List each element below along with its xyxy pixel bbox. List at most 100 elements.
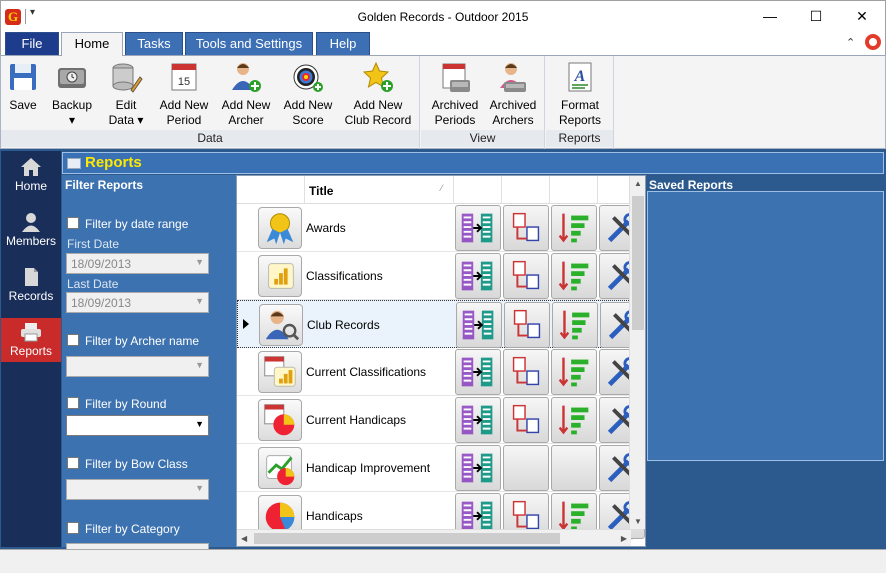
- close-button[interactable]: ✕: [839, 1, 885, 32]
- table-row[interactable]: Awards: [237, 204, 645, 252]
- nav-item-home[interactable]: Home: [1, 153, 61, 197]
- bow-class-select[interactable]: ▼: [66, 479, 209, 500]
- save-button[interactable]: Save: [3, 58, 43, 130]
- report-title: Club Records: [307, 318, 380, 332]
- grid-horizontal-scroll-thumb[interactable]: [254, 533, 560, 544]
- ribbon-group-view: Archived Periods Archived Archers View: [421, 56, 545, 149]
- nav-item-records[interactable]: Records: [1, 263, 61, 307]
- sort-report-button[interactable]: [552, 302, 598, 348]
- tab-help[interactable]: Help: [316, 32, 370, 55]
- add-new-club-record-button[interactable]: Add New Club Record: [341, 58, 415, 130]
- export-report-button[interactable]: [503, 349, 549, 395]
- report-thumbnail-icon[interactable]: [259, 304, 303, 346]
- export-report-button[interactable]: [503, 253, 549, 299]
- export-report-button[interactable]: [503, 397, 549, 443]
- export-report-button[interactable]: [503, 205, 549, 251]
- report-title: Handicaps: [306, 509, 363, 523]
- report-title: Awards: [306, 221, 346, 235]
- backup-button[interactable]: Backup ▾: [47, 58, 97, 130]
- format-document-glyph: A: [574, 68, 586, 85]
- report-thumbnail-icon[interactable]: [258, 351, 302, 393]
- view-report-button[interactable]: [455, 397, 501, 443]
- saved-reports-list[interactable]: [647, 191, 884, 461]
- nav-item-reports[interactable]: Reports: [1, 318, 61, 362]
- first-date-dropdown-icon: ▼: [195, 257, 204, 267]
- tab-home[interactable]: Home: [61, 32, 123, 56]
- database-edit-icon: [112, 63, 143, 93]
- date-range-checkbox[interactable]: [67, 217, 79, 229]
- records-document-icon: [25, 268, 38, 286]
- saved-reports-title: Saved Reports: [649, 178, 734, 192]
- view-report-button[interactable]: [455, 253, 501, 299]
- nav-members-label: Members: [5, 234, 56, 248]
- bow-class-checkbox[interactable]: [67, 457, 79, 469]
- grid-horizontal-scrollbar[interactable]: ◀ ▶: [237, 529, 631, 546]
- archer-name-select[interactable]: ▼: [66, 356, 209, 377]
- sort-report-button[interactable]: [551, 253, 597, 299]
- saved-reports-panel: Saved Reports: [647, 175, 884, 547]
- lifebuoy-help-icon[interactable]: [865, 34, 881, 50]
- tab-file[interactable]: File: [5, 32, 59, 55]
- sort-report-button[interactable]: [551, 397, 597, 443]
- grid-vertical-scroll-thumb[interactable]: [632, 196, 644, 330]
- add-new-period-button[interactable]: 15 Add New Period: [155, 58, 213, 130]
- sort-report-icon: [552, 213, 596, 253]
- nav-reports-label: Reports: [9, 344, 53, 358]
- view-report-icon: [456, 261, 500, 301]
- archived-archers-button[interactable]: Archived Archers: [485, 58, 541, 130]
- report-title: Current Handicaps: [306, 413, 407, 427]
- sort-report-button[interactable]: [551, 349, 597, 395]
- first-date-picker[interactable]: 18/09/2013 ▼: [66, 253, 209, 274]
- report-thumbnail-icon[interactable]: [258, 399, 302, 441]
- round-checkbox[interactable]: [67, 397, 79, 409]
- last-date-picker[interactable]: 18/09/2013 ▼: [66, 292, 209, 313]
- add-new-archer-button[interactable]: Add New Archer: [217, 58, 275, 130]
- scroll-left-icon[interactable]: ◀: [241, 534, 247, 543]
- nav-item-members[interactable]: Members: [1, 208, 61, 252]
- table-row[interactable]: Classifications: [237, 252, 645, 300]
- table-row[interactable]: Current Classifications: [237, 348, 645, 396]
- round-select[interactable]: ▼: [66, 415, 209, 436]
- maximize-button[interactable]: ☐: [793, 1, 839, 32]
- minimize-button[interactable]: —: [747, 1, 793, 32]
- report-thumbnail-icon[interactable]: [258, 447, 302, 489]
- scroll-right-icon[interactable]: ▶: [621, 534, 627, 543]
- archived-archers-label: Archived Archers: [489, 98, 537, 127]
- category-checkbox[interactable]: [67, 522, 79, 534]
- view-report-button[interactable]: [455, 349, 501, 395]
- archived-periods-button[interactable]: Archived Periods: [427, 58, 483, 130]
- export-report-button[interactable]: [504, 302, 550, 348]
- sort-indicator-icon: ⁄: [441, 183, 443, 193]
- collapse-ribbon-icon[interactable]: ⌃: [846, 36, 855, 49]
- ribbon-group-reports: A Format Reports Reports: [546, 56, 614, 149]
- view-report-button[interactable]: [456, 302, 502, 348]
- scroll-down-icon[interactable]: ▼: [634, 517, 642, 526]
- table-row[interactable]: Handicap Improvement: [237, 444, 645, 492]
- table-row[interactable]: Current Handicaps: [237, 396, 645, 444]
- report-thumbnail-icon[interactable]: [258, 207, 302, 249]
- sort-report-button[interactable]: [551, 205, 597, 251]
- header-action-column-1: [454, 176, 502, 204]
- bow-class-dropdown-icon: ▼: [195, 483, 204, 493]
- grid-vertical-scrollbar[interactable]: ▲ ▼: [629, 176, 645, 529]
- tab-tasks[interactable]: Tasks: [125, 32, 183, 55]
- scroll-up-icon[interactable]: ▲: [634, 179, 642, 188]
- edit-data-button[interactable]: Edit Data ▾: [103, 58, 149, 130]
- round-dropdown-icon: ▼: [195, 419, 204, 429]
- view-report-icon: [456, 357, 500, 397]
- home-icon: [21, 158, 41, 176]
- archer-name-checkbox[interactable]: [67, 334, 79, 346]
- filter-reports-panel: Filter Reports Filter by date range Firs…: [62, 175, 236, 551]
- title-column-label: Title: [309, 184, 334, 198]
- report-thumbnail-icon[interactable]: [258, 255, 302, 297]
- tab-tools-and-settings[interactable]: Tools and Settings: [185, 32, 313, 55]
- view-report-button[interactable]: [455, 445, 501, 491]
- archived-periods-label: Archived Periods: [431, 98, 479, 127]
- edit-data-label: Edit Data ▾: [108, 98, 144, 127]
- view-report-icon: [456, 213, 500, 253]
- add-new-score-button[interactable]: Add New Score: [279, 58, 337, 130]
- format-reports-button[interactable]: A Format Reports: [552, 58, 608, 130]
- table-row[interactable]: Club Records: [237, 300, 645, 348]
- view-report-button[interactable]: [455, 205, 501, 251]
- ribbon-group-view-label: View: [421, 130, 544, 147]
